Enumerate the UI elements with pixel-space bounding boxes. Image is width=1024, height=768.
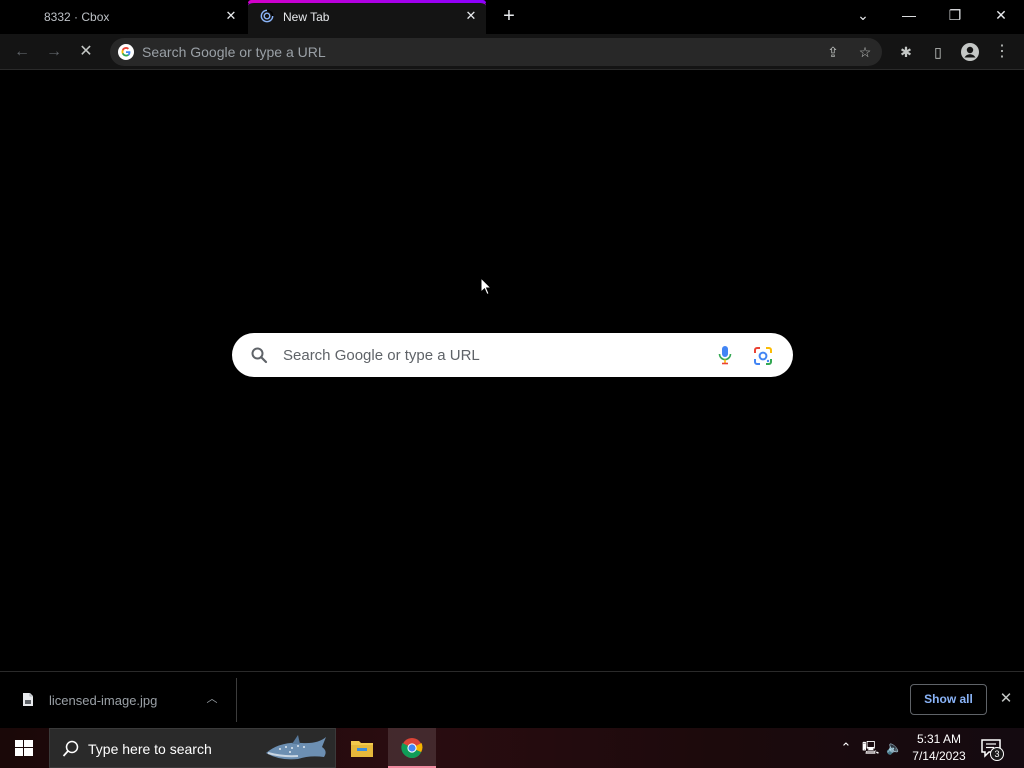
restore-button[interactable]: ❐ bbox=[942, 4, 968, 26]
chrome-icon bbox=[401, 738, 423, 759]
show-all-button[interactable]: Show all bbox=[910, 684, 987, 715]
show-hidden-icons-chevron-icon[interactable]: ⌃ bbox=[838, 739, 854, 757]
bookmark-star-icon[interactable]: ☆ bbox=[856, 43, 874, 61]
side-panel-icon[interactable]: ▯ bbox=[928, 42, 948, 62]
address-input[interactable] bbox=[142, 38, 802, 66]
ntp-search-input[interactable] bbox=[283, 333, 703, 377]
taskbar-search-box[interactable]: Type here to search bbox=[49, 728, 336, 768]
windows-logo-icon bbox=[15, 740, 33, 756]
volume-muted-icon[interactable]: 🔈 bbox=[886, 739, 902, 757]
forward-button[interactable]: → bbox=[44, 42, 64, 62]
browser-toolbar: ← → ✕ ⇪ ☆ ✱ ▯ ⋮ bbox=[0, 34, 1024, 70]
taskbar-search-placeholder: Type here to search bbox=[88, 741, 212, 757]
new-tab-button[interactable]: + bbox=[498, 6, 520, 28]
tab-cbox[interactable]: 8332 · Cbox ✕ bbox=[0, 0, 246, 34]
clock-date: 7/14/2023 bbox=[912, 749, 966, 763]
start-button[interactable] bbox=[0, 728, 48, 768]
folder-icon bbox=[351, 741, 373, 757]
back-button[interactable]: ← bbox=[12, 42, 32, 62]
close-icon[interactable]: ✕ bbox=[224, 9, 238, 23]
mouse-cursor-icon bbox=[480, 277, 492, 296]
close-window-button[interactable]: ✕ bbox=[988, 4, 1014, 26]
network-icon[interactable]: 🖳 bbox=[862, 739, 879, 757]
google-icon bbox=[118, 44, 134, 60]
chevron-up-icon[interactable]: ︿ bbox=[205, 692, 219, 706]
tab-strip: 8332 · Cbox ✕ New Tab ✕ + ⌄ — ❐ ✕ bbox=[0, 0, 1024, 34]
extensions-puzzle-icon[interactable]: ✱ bbox=[896, 42, 916, 62]
divider bbox=[236, 678, 237, 722]
search-icon bbox=[251, 347, 268, 364]
tab-search-chevron-icon[interactable]: ⌄ bbox=[850, 4, 876, 26]
google-lens-icon[interactable] bbox=[753, 346, 773, 366]
share-icon[interactable]: ⇪ bbox=[824, 43, 842, 61]
tab-title: 8332 · Cbox bbox=[44, 10, 110, 24]
search-icon bbox=[62, 740, 79, 757]
download-shelf: licensed-image.jpg ︿ Show all ✕ bbox=[0, 671, 1024, 728]
microphone-icon[interactable] bbox=[717, 345, 733, 365]
profile-avatar-icon[interactable] bbox=[960, 42, 980, 62]
close-icon[interactable]: ✕ bbox=[464, 9, 478, 23]
download-item[interactable]: licensed-image.jpg ︿ bbox=[0, 672, 236, 729]
ntp-search-box[interactable] bbox=[232, 333, 793, 377]
tab-title: New Tab bbox=[283, 10, 330, 24]
whale-shark-illustration bbox=[266, 735, 326, 760]
new-tab-favicon-icon bbox=[260, 9, 274, 23]
close-icon[interactable]: ✕ bbox=[998, 691, 1014, 707]
clock-time: 5:31 AM bbox=[916, 732, 962, 746]
address-bar[interactable]: ⇪ ☆ bbox=[110, 38, 882, 66]
windows-taskbar: Type here to search ⌃ 🖳 🔈 5:31 AM 7/14/2… bbox=[0, 728, 1024, 768]
download-filename: licensed-image.jpg bbox=[49, 693, 158, 708]
clock[interactable]: 5:31 AM 7/14/2023 bbox=[908, 731, 970, 765]
stop-button[interactable]: ✕ bbox=[76, 42, 96, 62]
notification-count-badge: 3 bbox=[990, 747, 1004, 761]
tab-new-tab[interactable]: New Tab ✕ bbox=[248, 0, 486, 34]
chrome-taskbar-button[interactable] bbox=[388, 728, 436, 768]
menu-kebab-icon[interactable]: ⋮ bbox=[992, 42, 1012, 62]
minimize-button[interactable]: — bbox=[896, 4, 922, 26]
file-icon bbox=[23, 693, 33, 706]
file-explorer-button[interactable] bbox=[338, 728, 386, 768]
